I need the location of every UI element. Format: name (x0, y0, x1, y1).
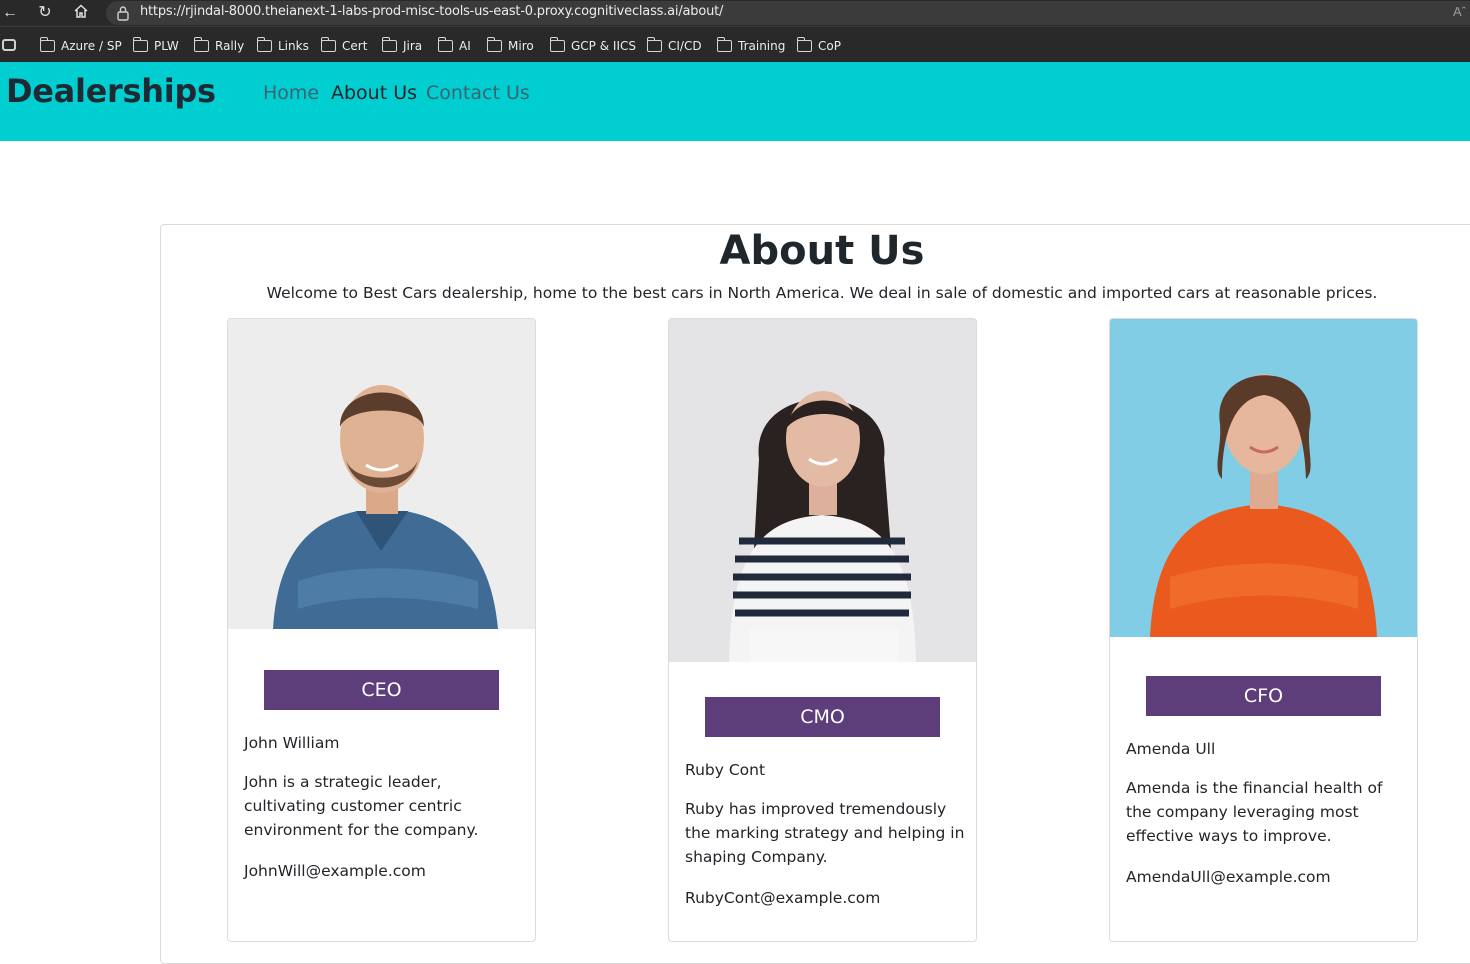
bookmark-rally[interactable]: Rally (193, 37, 244, 55)
read-aloud-icon[interactable]: Aˆ (1453, 4, 1466, 19)
folder-icon (796, 37, 812, 52)
person-name: John William (244, 734, 340, 752)
person-email: RubyCont@example.com (685, 889, 881, 907)
welcome-text: Welcome to Best Cars dealership, home to… (266, 284, 1378, 302)
nav-link-contact[interactable]: Contact Us (426, 82, 530, 104)
bookmark-cert[interactable]: Cert (320, 37, 367, 55)
person-name: Amenda Ull (1126, 740, 1216, 758)
portrait-woman-striped-top (669, 319, 976, 662)
folder-icon (256, 37, 272, 52)
bookmark-gcp-iics[interactable]: GCP & IICS (549, 37, 636, 55)
folder-icon (193, 37, 209, 52)
role-badge-cfo: CFO (1146, 676, 1381, 716)
portrait-woman-orange-shirt (1110, 319, 1417, 637)
bookmark-links[interactable]: Links (256, 37, 309, 55)
person-description: John is a strategic leader, cultivating … (244, 773, 479, 839)
browser-toolbar: ← ↻ https://rjindal-8000.theianext-1-lab… (0, 0, 1470, 26)
folder-icon (486, 37, 502, 52)
bookmark-plw[interactable]: PLW (132, 37, 179, 55)
folder-icon (39, 37, 55, 52)
brand-logo[interactable]: Dealerships (6, 72, 216, 110)
bookmark-cop[interactable]: CoP (796, 37, 841, 55)
bookmarks-bar: Azure / SP PLW Rally Links Cert Jira AI … (0, 26, 1470, 62)
portrait-man-denim-shirt (228, 319, 535, 629)
person-description: Amenda is the financial health of the co… (1126, 779, 1383, 845)
folder-icon (381, 37, 397, 52)
reload-icon[interactable]: ↻ (35, 3, 55, 23)
person-email: JohnWill@example.com (244, 862, 426, 880)
team-card-cfo: CFO Amenda Ull Amenda is the financial h… (1109, 318, 1418, 942)
team-card-cmo: CMO Ruby Cont Ruby has improved tremendo… (668, 318, 977, 942)
folder-icon (646, 37, 662, 52)
folder-icon (549, 37, 565, 52)
site-navbar: Dealerships Home About Us Contact Us (0, 62, 1470, 141)
person-description: Ruby has improved tremendously the marki… (685, 800, 965, 866)
bookmark-ai[interactable]: AI (437, 37, 471, 55)
folder-icon (320, 37, 336, 52)
role-badge-ceo: CEO (264, 670, 499, 710)
nav-link-about[interactable]: About Us (331, 82, 417, 104)
home-icon[interactable] (71, 3, 91, 23)
lock-icon[interactable] (116, 5, 132, 21)
url-text[interactable]: https://rjindal-8000.theianext-1-labs-pr… (140, 4, 723, 19)
nav-link-home[interactable]: Home (263, 82, 319, 104)
bookmark-azure-sp[interactable]: Azure / SP (39, 37, 122, 55)
person-name: Ruby Cont (685, 761, 766, 779)
bookmark-cicd[interactable]: CI/CD (646, 37, 702, 55)
person-email: AmendaUll@example.com (1126, 868, 1331, 886)
role-badge-cmo: CMO (705, 697, 940, 737)
bookmark-miro[interactable]: Miro (486, 37, 534, 55)
bookmark-jira[interactable]: Jira (381, 37, 422, 55)
back-arrow-icon[interactable]: ← (0, 3, 20, 23)
folder-icon (716, 37, 732, 52)
folder-icon (437, 37, 453, 52)
team-card-ceo: CEO John William John is a strategic lea… (227, 318, 536, 942)
apps-icon[interactable] (2, 39, 16, 51)
page-title: About Us (719, 228, 925, 274)
folder-icon (132, 37, 148, 52)
bookmark-training[interactable]: Training (716, 37, 785, 55)
